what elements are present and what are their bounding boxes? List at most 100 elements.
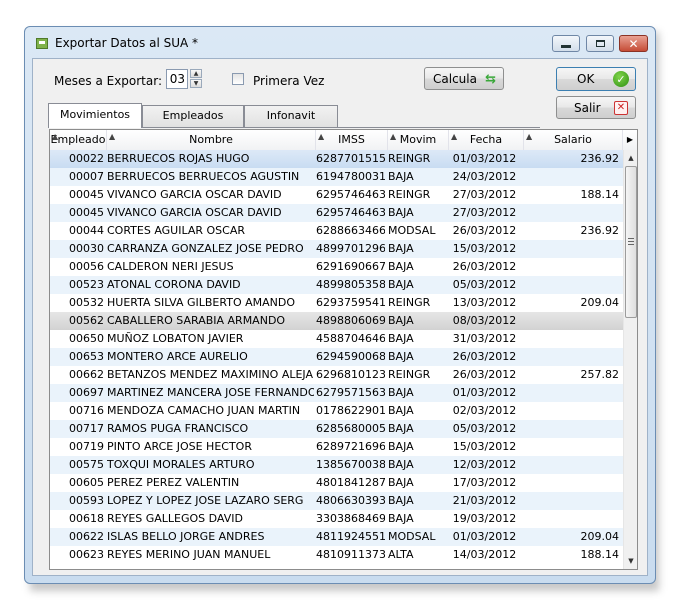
cell-nombre: REYES MERINO JUAN MANUEL xyxy=(107,548,271,561)
check-circle-icon: ✓ xyxy=(613,71,629,87)
primera-vez-label[interactable]: Primera Vez xyxy=(253,74,324,88)
column-header-movim[interactable]: ▲ Movim xyxy=(388,130,449,150)
column-header-salario[interactable]: ▲ Salario xyxy=(524,130,623,150)
primera-vez-checkbox[interactable] xyxy=(232,73,244,85)
table-row[interactable]: 00523ATONAL CORONA DAVID 48998053580BAJA 0… xyxy=(50,276,623,294)
cell-imss: 62886634666 xyxy=(316,224,385,237)
scrollbar-thumb[interactable] xyxy=(625,166,637,318)
table-row[interactable]: 00618REYES GALLEGOS DAVID 33038684693BAJA… xyxy=(50,510,623,528)
table-row[interactable]: 00593 LOPEZ Y LOPEZ JOSE LAZARO SERG 48066… xyxy=(50,492,623,510)
vertical-scrollbar[interactable]: ▲ ▼ xyxy=(623,150,637,569)
cell-fecha: 15/03/2012 xyxy=(452,440,517,453)
cell-movim: BAJA xyxy=(388,512,414,525)
table-row[interactable]: 00605PEREZ PEREZ VALENTIN 48018412873BAJA… xyxy=(50,474,623,492)
grip-icon xyxy=(628,238,634,245)
title-bar[interactable]: Exportar Datos al SUA * ✕ xyxy=(25,27,655,57)
table-row[interactable]: 00044CORTES AGUILAR OSCAR 62886634666MODS… xyxy=(50,222,623,240)
export-icon xyxy=(36,38,48,49)
cell-movim: REINGR xyxy=(388,296,431,309)
cell-empleado: 00623 xyxy=(69,548,104,561)
column-label: IMSS xyxy=(338,133,365,146)
cell-salario xyxy=(524,492,619,510)
meses-input[interactable]: 03 xyxy=(166,69,188,89)
cell-imss: 62916906670 xyxy=(316,260,385,273)
cell-nombre: CORTES AGUILAR OSCAR xyxy=(107,224,246,237)
scroll-right-icon[interactable]: ▶ xyxy=(623,130,637,150)
table-row[interactable]: 00622ISLAS BELLO JORGE ANDRES 48119245511… xyxy=(50,528,623,546)
cell-empleado: 00045 xyxy=(69,188,104,201)
cell-imss: 62957464639 xyxy=(316,206,385,219)
table-row[interactable]: 00623REYES MERINO JUAN MANUEL 48109113737… xyxy=(50,546,623,564)
cell-nombre: TOXQUI MORALES ARTURO xyxy=(107,458,255,471)
tab-empleados-altas[interactable]: Empleados (Altas) xyxy=(142,105,244,142)
cell-empleado: 00717 xyxy=(69,422,104,435)
column-header-imss[interactable]: ▲ IMSS xyxy=(316,130,388,150)
ok-button[interactable]: OK ✓ xyxy=(556,67,636,91)
scroll-down-icon[interactable]: ▼ xyxy=(624,553,637,569)
table-row[interactable]: 00022BERRUECOS ROJAS HUGO 62877015156REIN… xyxy=(50,150,623,168)
table-row[interactable]: 00007 BERRUECOS BERRUECOS AGUSTIN 61947800… xyxy=(50,168,623,186)
table-row[interactable]: 00562CABALLERO SARABIA ARMANDO 4898806069… xyxy=(50,312,623,330)
scroll-up-icon[interactable]: ▲ xyxy=(624,150,637,166)
cell-salario: 236.92 xyxy=(580,224,620,237)
table-row[interactable]: 00719PINTO ARCE JOSE HECTOR 62897216966BA… xyxy=(50,438,623,456)
sort-icon: ▲ xyxy=(109,132,116,141)
tab-movimientos[interactable]: Movimientos xyxy=(48,103,142,128)
cell-empleado: 00022 xyxy=(69,152,104,165)
meses-stepper[interactable]: ▲ ▼ xyxy=(190,69,202,89)
cell-fecha: 08/03/2012 xyxy=(452,314,517,327)
minimize-button[interactable] xyxy=(552,35,580,52)
table-row[interactable]: 00056CALDERON NERI JESUS 62916906670BAJA 2… xyxy=(50,258,623,276)
table-row[interactable]: 00045 VIVANCO GARCIA OSCAR DAVID 629574646… xyxy=(50,204,623,222)
sort-icon: ▲ xyxy=(390,132,397,141)
table-row[interactable]: 00717RAMOS PUGA FRANCISCO 62856800057BAJA… xyxy=(50,420,623,438)
close-button[interactable]: ✕ xyxy=(619,35,648,52)
cell-imss: 62795715630 xyxy=(316,386,385,399)
table-row[interactable]: 00575TOXQUI MORALES ARTURO 13856700383BAJ… xyxy=(50,456,623,474)
cell-imss: 62968101238 xyxy=(316,368,385,381)
cell-empleado: 00523 xyxy=(69,278,104,291)
cell-imss: 62877015156 xyxy=(316,152,385,165)
column-label: Fecha xyxy=(469,133,503,146)
cell-empleado: 00716 xyxy=(69,404,104,417)
tab-infonavit[interactable]: Infonavit xyxy=(244,105,338,127)
cell-fecha: 14/03/2012 xyxy=(452,548,517,561)
table-row[interactable]: 00662 BETANZOS MENDEZ MAXIMINO ALEJA 62968… xyxy=(50,366,623,384)
cell-nombre: BERRUECOS ROJAS HUGO xyxy=(107,152,250,165)
movimientos-grid[interactable]: ▲ Empleado ▲ Nombre ▲ IMSS ▲ Movim ▲ Fecha ▲ S… xyxy=(49,129,638,570)
cell-salario xyxy=(524,312,619,330)
cell-imss: 48066303933 xyxy=(316,494,385,507)
cell-empleado: 00618 xyxy=(69,512,104,525)
table-row[interactable]: 00697 MARTINEZ MANCERA JOSE FERNANDO 62795… xyxy=(50,384,623,402)
table-row[interactable]: 00045 VIVANCO GARCIA OSCAR DAVID 629574646… xyxy=(50,186,623,204)
cell-nombre: PINTO ARCE JOSE HECTOR xyxy=(107,440,252,453)
cell-imss: 62945900686 xyxy=(316,350,385,363)
cell-movim: BAJA xyxy=(388,440,414,453)
column-header-fecha[interactable]: ▲ Fecha xyxy=(449,130,524,150)
maximize-button[interactable] xyxy=(586,35,614,52)
salir-button[interactable]: Salir ✕ xyxy=(556,96,636,119)
cell-nombre: CABALLERO SARABIA ARMANDO xyxy=(107,314,286,327)
column-header-empleado[interactable]: ▲ Empleado xyxy=(50,130,107,150)
cell-movim: BAJA xyxy=(388,314,414,327)
cell-nombre: MONTERO ARCE AURELIO xyxy=(107,350,248,363)
cell-nombre: ISLAS BELLO JORGE ANDRES xyxy=(107,530,265,543)
column-header-nombre[interactable]: ▲ Nombre xyxy=(107,130,316,150)
table-row[interactable]: 00030 CARRANZA GONZALEZ JOSE PEDRO 4899701… xyxy=(50,240,623,258)
stepper-down-icon[interactable]: ▼ xyxy=(190,79,202,88)
column-label: Nombre xyxy=(189,133,233,146)
calcula-button[interactable]: Calcula ⇆ xyxy=(424,67,504,90)
cell-empleado: 00697 xyxy=(69,386,104,399)
cell-salario: 188.14 xyxy=(580,548,620,561)
sort-icon: ▲ xyxy=(52,132,59,141)
table-row[interactable]: 00653MONTERO ARCE AURELIO 62945900686BAJA… xyxy=(50,348,623,366)
table-row[interactable]: 00532 HUERTA SILVA GILBERTO AMANDO 6293759… xyxy=(50,294,623,312)
cell-movim: BAJA xyxy=(388,386,414,399)
cell-imss: 61947800316 xyxy=(316,170,385,183)
table-row[interactable]: 00716 MENDOZA CAMACHO JUAN MARTIN 01786229… xyxy=(50,402,623,420)
cell-empleado: 00662 xyxy=(69,368,104,381)
stepper-up-icon[interactable]: ▲ xyxy=(190,69,202,78)
cell-imss: 62957464639 xyxy=(316,188,385,201)
table-row[interactable]: 00650MUÑOZ LOBATON JAVIER 45887046469BAJA… xyxy=(50,330,623,348)
window-title: Exportar Datos al SUA * xyxy=(55,36,199,50)
